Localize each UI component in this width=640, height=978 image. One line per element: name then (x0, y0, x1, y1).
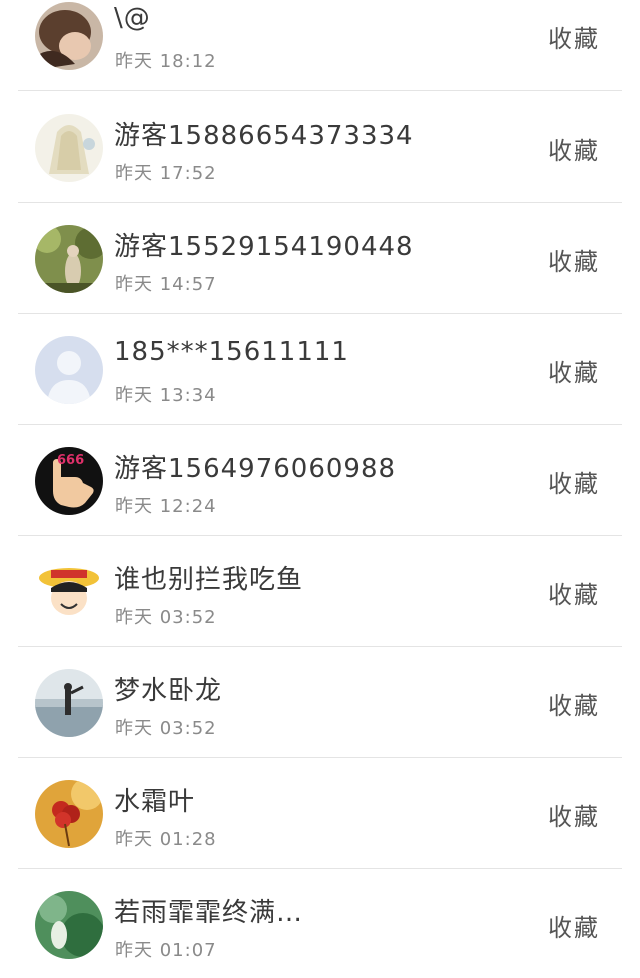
favorite-button[interactable]: 收藏 (548, 464, 600, 499)
list-item[interactable]: 185***15611111 昨天 13:34 收藏 (0, 315, 640, 425)
list-item[interactable]: 梦水卧龙 昨天 03:52 收藏 (0, 648, 640, 758)
favorite-button[interactable]: 收藏 (548, 242, 600, 277)
list-item[interactable]: 666 游客1564976060988 昨天 12:24 收藏 (0, 426, 640, 536)
avatar[interactable] (35, 336, 103, 404)
favorite-button[interactable]: 收藏 (548, 353, 600, 388)
timestamp: 昨天 12:24 (115, 496, 217, 517)
list-item[interactable]: 水霜叶 昨天 01:28 收藏 (0, 759, 640, 869)
timestamp: 昨天 01:28 (115, 829, 217, 850)
timestamp: 昨天 03:52 (115, 718, 217, 739)
avatar[interactable] (35, 669, 103, 737)
timestamp: 昨天 17:52 (115, 163, 217, 184)
user-photo-hair-icon (35, 2, 103, 70)
follower-list: \@ 昨天 18:12 收藏 游客15886654373334 昨天 17:52… (0, 0, 640, 978)
divider (18, 202, 622, 203)
list-item[interactable]: 游客15886654373334 昨天 17:52 收藏 (0, 93, 640, 203)
user-name: 梦水卧龙 (114, 676, 223, 706)
divider (18, 535, 622, 536)
timestamp: 昨天 03:52 (115, 607, 217, 628)
cartoon-straw-hat-icon (35, 558, 103, 626)
user-name: 游客1564976060988 (114, 454, 397, 484)
list-item[interactable]: 若雨霏霏终满… 昨天 01:07 收藏 (0, 870, 640, 978)
user-name: 游客15886654373334 (114, 121, 414, 151)
user-name: 谁也别拦我吃鱼 (114, 565, 304, 595)
favorite-button[interactable]: 收藏 (548, 19, 600, 54)
timestamp: 昨天 13:34 (115, 385, 217, 406)
avatar[interactable]: 666 (35, 447, 103, 515)
favorite-button[interactable]: 收藏 (548, 575, 600, 610)
timestamp: 昨天 01:07 (115, 940, 217, 961)
user-name: 185***15611111 (114, 337, 349, 367)
timestamp: 昨天 14:57 (115, 274, 217, 295)
user-photo-forest-icon (35, 225, 103, 293)
favorite-button[interactable]: 收藏 (548, 797, 600, 832)
divider (18, 424, 622, 425)
svg-text:666: 666 (57, 453, 84, 468)
list-item[interactable]: 谁也别拦我吃鱼 昨天 03:52 收藏 (0, 537, 640, 647)
avatar[interactable] (35, 225, 103, 293)
divider (18, 757, 622, 758)
avatar[interactable] (35, 558, 103, 626)
user-name: \@ (114, 3, 151, 33)
favorite-button[interactable]: 收藏 (548, 131, 600, 166)
divider (18, 868, 622, 869)
default-avatar-icon (35, 336, 103, 404)
avatar[interactable] (35, 891, 103, 959)
user-name: 若雨霏霏终满… (114, 898, 304, 928)
divider (18, 313, 622, 314)
timestamp: 昨天 18:12 (115, 51, 217, 72)
hand-666-icon: 666 (35, 447, 103, 515)
user-name: 水霜叶 (114, 787, 196, 817)
list-item[interactable]: 游客15529154190448 昨天 14:57 收藏 (0, 204, 640, 314)
favorite-button[interactable]: 收藏 (548, 686, 600, 721)
avatar[interactable] (35, 2, 103, 70)
divider (18, 646, 622, 647)
user-photo-dress-icon (35, 114, 103, 182)
avatar[interactable] (35, 780, 103, 848)
divider (18, 90, 622, 91)
green-lotus-icon (35, 891, 103, 959)
list-item[interactable]: \@ 昨天 18:12 收藏 (0, 0, 640, 91)
avatar[interactable] (35, 114, 103, 182)
favorite-button[interactable]: 收藏 (548, 908, 600, 943)
person-beach-icon (35, 669, 103, 737)
user-name: 游客15529154190448 (114, 232, 414, 262)
red-flower-icon (35, 780, 103, 848)
